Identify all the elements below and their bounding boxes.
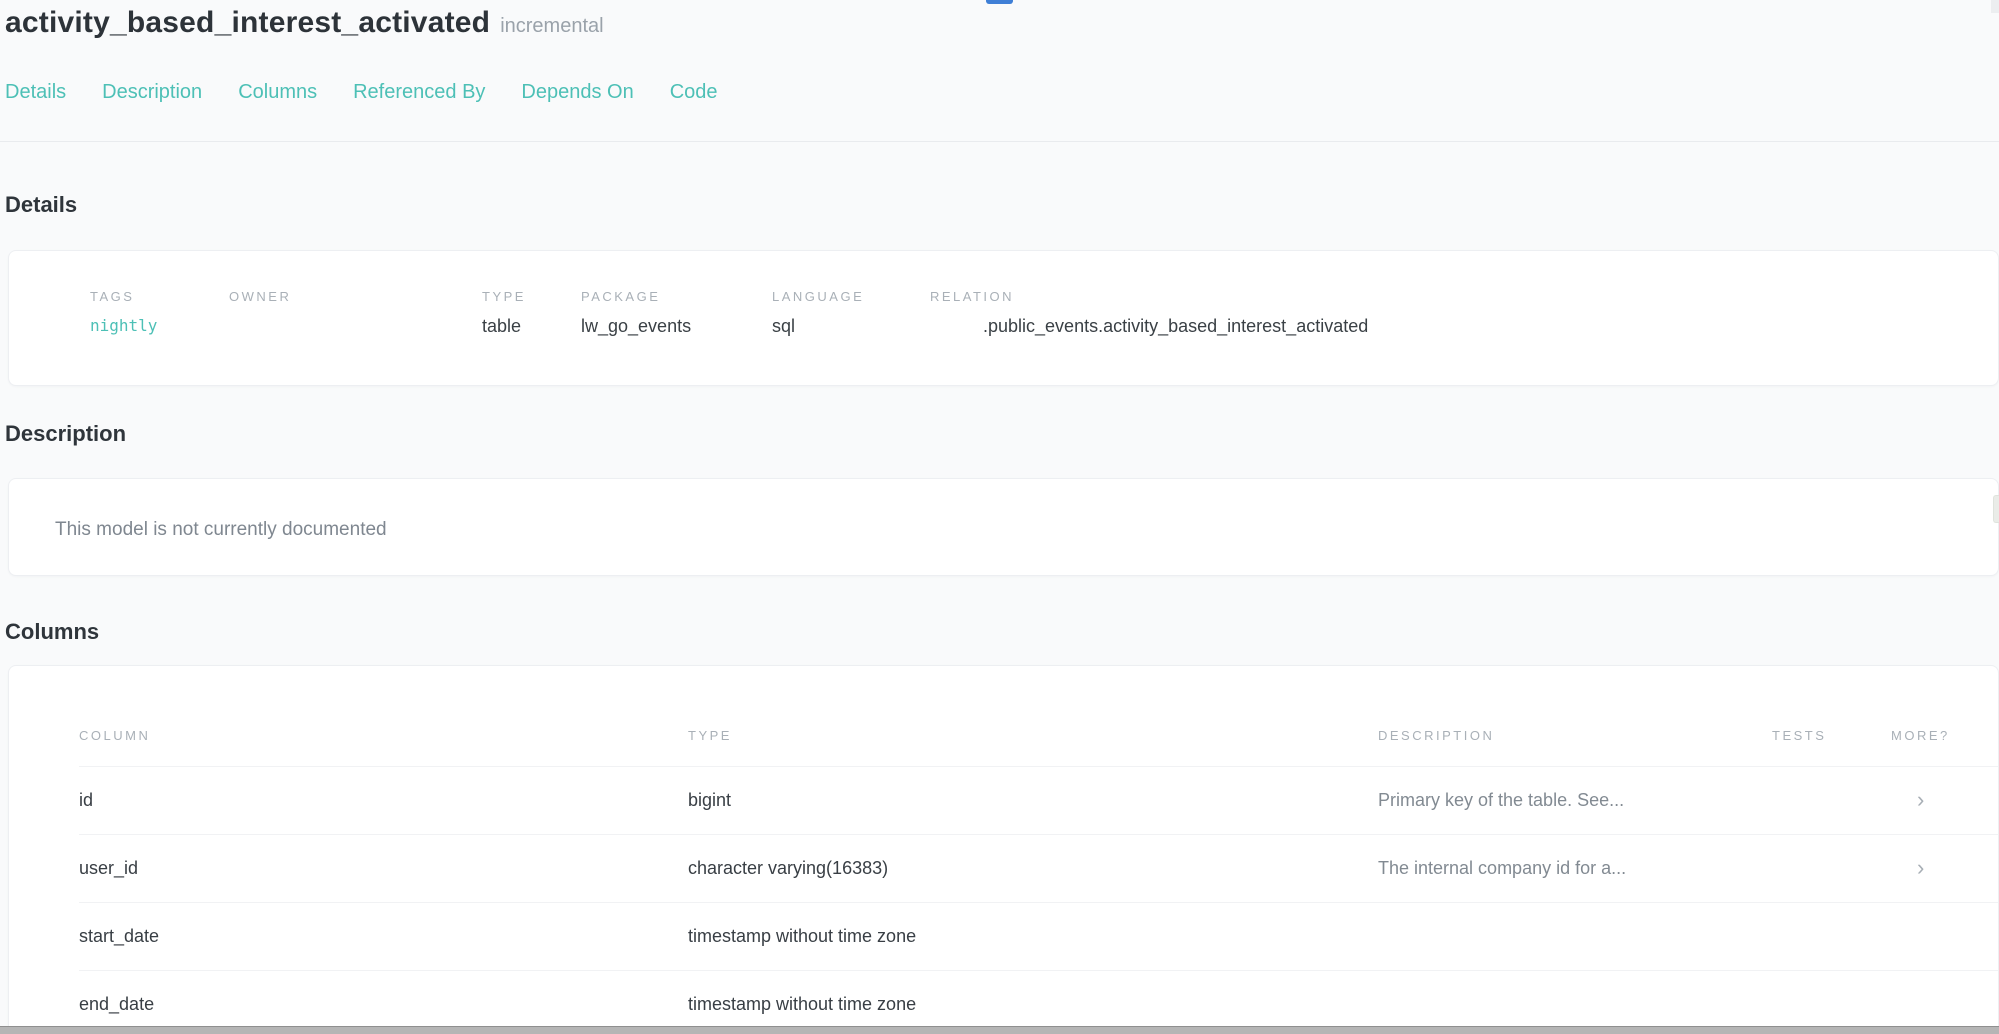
- model-name: activity_based_interest_activated: [5, 6, 490, 39]
- cell-column-name: id: [79, 790, 688, 811]
- clipped-edge-button-fragment: [1993, 495, 1999, 523]
- expand-row-control[interactable]: ›: [1891, 857, 1998, 880]
- field-tags-label: TAGS: [90, 289, 157, 304]
- columns-table: COLUMN TYPE DESCRIPTION TESTS MORE? id b…: [9, 666, 1998, 1034]
- table-row-id[interactable]: id bigint Primary key of the table. See.…: [79, 766, 1998, 834]
- cell-column-description: The internal company id for a...: [1378, 858, 1772, 879]
- details-card: TAGS nightly OWNER TYPE table PACKAGE lw…: [8, 250, 1999, 386]
- table-row-user-id[interactable]: user_id character varying(16383) The int…: [79, 834, 1998, 902]
- field-package: PACKAGE lw_go_events: [581, 289, 691, 337]
- table-row-start-date[interactable]: start_date timestamp without time zone: [79, 902, 1998, 970]
- chevron-right-icon[interactable]: ›: [1917, 787, 1924, 812]
- field-relation-label: RELATION: [930, 289, 1368, 304]
- field-tags: TAGS nightly: [90, 289, 157, 335]
- columns-section-heading: Columns: [5, 619, 99, 645]
- materialization-badge: incremental: [500, 15, 603, 37]
- model-detail-page: activity_based_interest_activated increme…: [0, 0, 1999, 1034]
- header-description: DESCRIPTION: [1378, 728, 1772, 743]
- page-title: activity_based_interest_activated increme…: [5, 6, 604, 40]
- header-divider: [0, 141, 1999, 142]
- field-relation-value: .public_events.activity_based_interest_a…: [983, 316, 1368, 337]
- table-row-end-date[interactable]: end_date timestamp without time zone: [79, 970, 1998, 1034]
- header-tests: TESTS: [1772, 728, 1891, 743]
- field-owner: OWNER: [229, 289, 291, 316]
- columns-card: COLUMN TYPE DESCRIPTION TESTS MORE? id b…: [8, 665, 1999, 1034]
- details-section-heading: Details: [5, 192, 77, 218]
- tab-description[interactable]: Description: [102, 81, 202, 104]
- cell-column-description: Primary key of the table. See...: [1378, 790, 1772, 811]
- cell-column-type: bigint: [688, 790, 1378, 811]
- cell-column-type: timestamp without time zone: [688, 994, 1378, 1015]
- header-column: COLUMN: [79, 728, 688, 743]
- description-card: This model is not currently documented: [8, 478, 1999, 576]
- field-language-label: LANGUAGE: [772, 289, 864, 304]
- cell-column-type: character varying(16383): [688, 858, 1378, 879]
- cell-column-name: start_date: [79, 926, 688, 947]
- tab-details[interactable]: Details: [5, 81, 66, 104]
- field-type-value: table: [482, 316, 526, 337]
- description-text: This model is not currently documented: [55, 519, 387, 541]
- field-language-value: sql: [772, 316, 864, 337]
- clipped-corner-fragment: [1991, 0, 1999, 13]
- cell-column-name: end_date: [79, 994, 688, 1015]
- field-language: LANGUAGE sql: [772, 289, 864, 337]
- header-more: MORE?: [1891, 728, 1998, 743]
- header-type: TYPE: [688, 728, 1378, 743]
- field-relation: RELATION .public_events.activity_based_i…: [930, 289, 1368, 337]
- field-tags-value[interactable]: nightly: [90, 316, 157, 335]
- field-owner-label: OWNER: [229, 289, 291, 304]
- expand-row-control[interactable]: ›: [1891, 789, 1998, 812]
- horizontal-scrollbar[interactable]: [0, 1026, 1999, 1034]
- tab-columns[interactable]: Columns: [238, 81, 317, 104]
- clipped-link-fragment: [986, 0, 1013, 4]
- field-package-value: lw_go_events: [581, 316, 691, 337]
- description-section-heading: Description: [5, 421, 126, 447]
- chevron-right-icon[interactable]: ›: [1917, 855, 1924, 880]
- section-tabs: Details Description Columns Referenced B…: [5, 81, 718, 104]
- columns-table-header: COLUMN TYPE DESCRIPTION TESTS MORE?: [79, 666, 1998, 766]
- field-package-label: PACKAGE: [581, 289, 691, 304]
- tab-depends-on[interactable]: Depends On: [521, 81, 633, 104]
- field-type: TYPE table: [482, 289, 526, 337]
- tab-code[interactable]: Code: [670, 81, 718, 104]
- cell-column-name: user_id: [79, 858, 688, 879]
- cell-column-type: timestamp without time zone: [688, 926, 1378, 947]
- tab-referenced-by[interactable]: Referenced By: [353, 81, 485, 104]
- field-type-label: TYPE: [482, 289, 526, 304]
